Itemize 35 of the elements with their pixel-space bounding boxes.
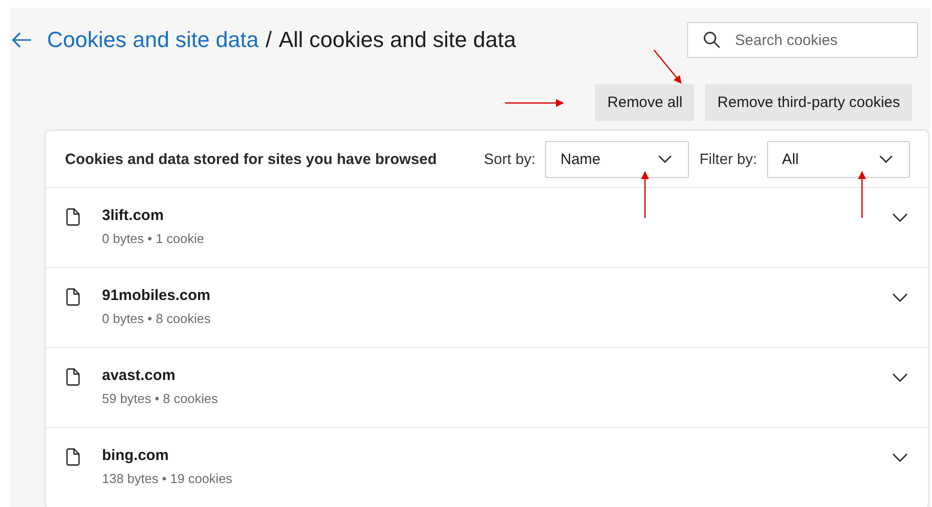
annotation-arrow xyxy=(654,50,682,84)
annotation-arrow xyxy=(505,99,564,107)
chevron-icon[interactable] xyxy=(892,293,908,302)
filter-dropdown[interactable]: All xyxy=(767,140,910,178)
file-icon xyxy=(66,448,80,466)
search-field[interactable]: Search cookies xyxy=(687,22,918,58)
annotation-arrow xyxy=(641,171,649,218)
file-icon xyxy=(66,208,80,226)
breadcrumb-separator: / xyxy=(266,27,272,53)
site-name: 3lift.com xyxy=(102,207,165,224)
search-icon xyxy=(703,31,721,49)
breadcrumb-link[interactable]: Cookies and site data xyxy=(47,27,259,53)
site-details: 138 bytes • 19 cookies xyxy=(102,471,234,486)
site-details: 0 bytes • 8 cookies xyxy=(102,311,212,326)
sort-label: Sort by: xyxy=(484,150,536,168)
filter-label: Filter by: xyxy=(699,150,757,168)
remove-button[interactable]: Remove all xyxy=(595,84,694,121)
site-name: 91mobiles.com xyxy=(102,287,212,304)
sort-dropdown[interactable]: Name xyxy=(545,140,690,178)
chevron-down-icon xyxy=(658,155,672,163)
annotation-arrow xyxy=(858,171,866,218)
page-title: All cookies and site data xyxy=(278,27,516,53)
chevron-icon[interactable] xyxy=(892,373,908,382)
panel-description: Cookies and data stored for sites you have browsed xyxy=(65,150,438,168)
site-name: avast.com xyxy=(102,367,176,384)
chevron-icon[interactable] xyxy=(892,213,908,222)
site-name: bing.com xyxy=(102,447,170,464)
file-icon xyxy=(66,368,80,386)
chevron-down-icon xyxy=(879,155,893,163)
file-icon xyxy=(66,288,80,306)
site-details: 59 bytes • 8 cookies xyxy=(102,391,219,406)
chevron-icon[interactable] xyxy=(892,453,908,462)
back-arrow-icon[interactable] xyxy=(12,32,32,48)
remove-button[interactable]: Remove third-party cookies xyxy=(705,84,912,121)
site-details: 0 bytes • 1 cookie xyxy=(102,231,206,246)
